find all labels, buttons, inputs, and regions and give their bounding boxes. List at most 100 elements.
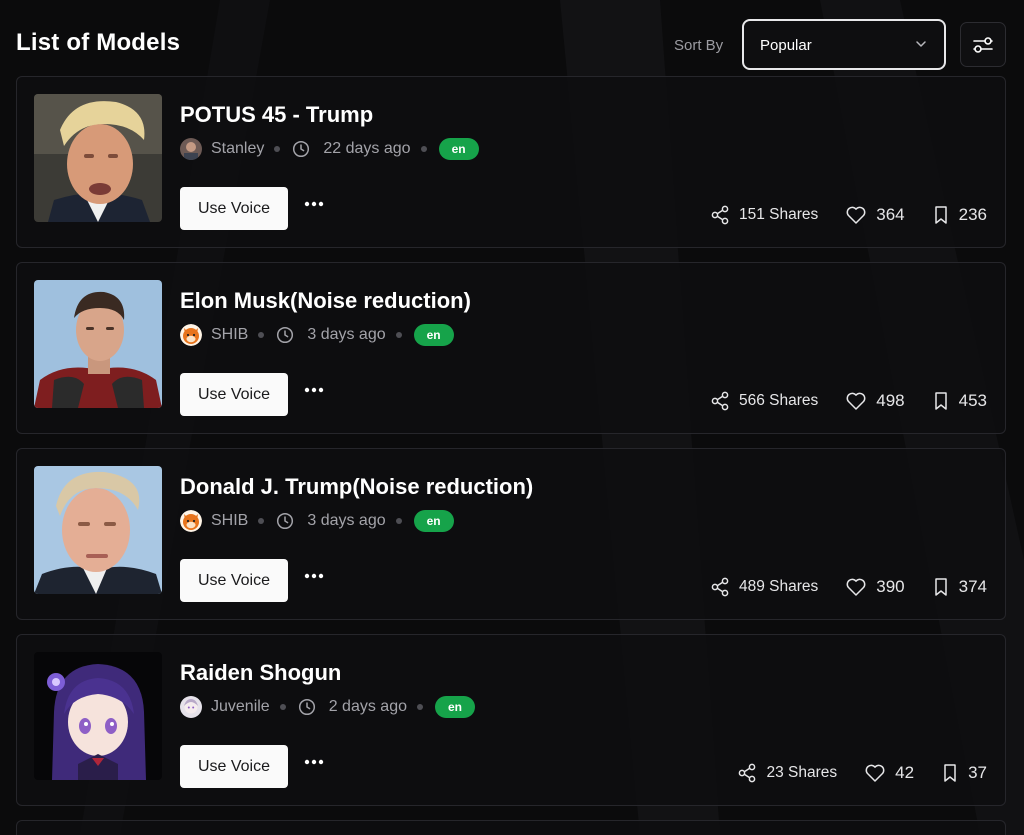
like-stat[interactable]: 498	[845, 391, 905, 411]
clock-icon	[277, 326, 294, 344]
model-name[interactable]: POTUS 45 - Trump	[180, 102, 373, 128]
model-thumbnail[interactable]	[34, 94, 162, 222]
author-name[interactable]: SHIB	[211, 512, 248, 530]
saves-count: 37	[968, 763, 987, 782]
author-avatar[interactable]	[180, 138, 202, 160]
sort-selected-value: Popular	[760, 37, 812, 54]
clock-icon	[298, 698, 315, 716]
share-stat[interactable]: 23 Shares	[737, 763, 837, 783]
model-card[interactable]: POTUS 45 - Trump Stanley 22 days ago en …	[16, 76, 1006, 248]
separator-dot	[279, 704, 286, 710]
saves-count: 236	[958, 205, 987, 224]
shares-count: 23 Shares	[766, 764, 838, 781]
author-avatar[interactable]	[180, 510, 202, 532]
author-name[interactable]: Stanley	[211, 140, 264, 158]
heart-icon	[846, 392, 866, 410]
model-name[interactable]: Donald J. Trump(Noise reduction)	[180, 474, 533, 500]
created-time: 3 days ago	[307, 326, 386, 343]
separator-dot	[258, 332, 265, 338]
model-thumbnail[interactable]	[34, 466, 162, 594]
like-stat[interactable]: 390	[845, 577, 905, 597]
bookmark-stat[interactable]: 236	[932, 205, 987, 225]
bookmark-icon	[934, 578, 947, 596]
model-meta: SHIB 3 days ago en	[180, 509, 454, 533]
shares-count: 151 Shares	[738, 206, 819, 223]
heart-icon	[865, 764, 885, 782]
like-stat[interactable]: 364	[845, 205, 905, 225]
model-stats: 489 Shares 390 374	[710, 577, 987, 597]
created-time: 3 days ago	[307, 512, 386, 529]
page-header: List of Models Sort By Popular	[0, 0, 1024, 76]
saves-count: 453	[958, 391, 987, 410]
share-icon	[711, 391, 729, 411]
bookmark-icon	[934, 206, 947, 224]
model-card-partial[interactable]	[16, 820, 1006, 835]
author-avatar[interactable]	[180, 696, 202, 718]
sort-select[interactable]: Popular	[742, 19, 946, 70]
model-thumbnail[interactable]	[34, 280, 162, 408]
more-dots-icon[interactable]	[303, 200, 325, 208]
likes-count: 390	[876, 577, 905, 596]
shares-count: 489 Shares	[738, 578, 819, 595]
model-name[interactable]: Raiden Shogun	[180, 660, 341, 686]
separator-dot	[395, 332, 402, 338]
author-avatar[interactable]	[180, 324, 202, 346]
use-voice-button[interactable]: Use Voice	[180, 559, 288, 602]
likes-count: 42	[895, 763, 915, 782]
model-thumbnail[interactable]	[34, 652, 162, 780]
language-badge: en	[413, 510, 454, 532]
model-meta: SHIB 3 days ago en	[180, 323, 454, 347]
page-title: List of Models	[16, 29, 181, 56]
more-dots-icon[interactable]	[303, 386, 325, 394]
separator-dot	[395, 518, 402, 524]
model-card[interactable]: Elon Musk(Noise reduction) SHIB 3 days a…	[16, 262, 1006, 434]
model-meta: Juvenile 2 days ago en	[180, 695, 475, 719]
model-card[interactable]: Raiden Shogun Juvenile 2 days ago en Use…	[16, 634, 1006, 806]
share-stat[interactable]: 151 Shares	[710, 205, 818, 225]
sort-by-label: Sort By	[674, 37, 724, 54]
language-badge: en	[434, 696, 475, 718]
more-dots-icon[interactable]	[303, 758, 325, 766]
model-stats: 151 Shares 364 236	[710, 205, 987, 225]
model-stats: 23 Shares 42 37	[737, 763, 987, 783]
author-name[interactable]: Juvenile	[211, 698, 270, 716]
filter-sliders-icon	[973, 36, 993, 53]
likes-count: 364	[876, 205, 905, 224]
share-icon	[711, 577, 729, 597]
chevron-down-icon	[916, 41, 926, 47]
heart-icon	[846, 578, 866, 596]
model-stats: 566 Shares 498 453	[710, 391, 987, 411]
author-name[interactable]: SHIB	[211, 326, 248, 344]
clock-icon	[277, 512, 294, 530]
use-voice-button[interactable]: Use Voice	[180, 745, 288, 788]
separator-dot	[258, 518, 265, 524]
created-time: 22 days ago	[323, 140, 411, 157]
language-badge: en	[413, 324, 454, 346]
share-stat[interactable]: 566 Shares	[710, 391, 818, 411]
bookmark-icon	[944, 764, 956, 782]
more-dots-icon[interactable]	[303, 572, 325, 580]
use-voice-button[interactable]: Use Voice	[180, 373, 288, 416]
share-icon	[711, 205, 729, 225]
share-icon	[739, 763, 756, 783]
filter-button[interactable]	[960, 22, 1006, 67]
bookmark-stat[interactable]: 374	[932, 577, 987, 597]
likes-count: 498	[876, 391, 905, 410]
model-name[interactable]: Elon Musk(Noise reduction)	[180, 288, 471, 314]
share-stat[interactable]: 489 Shares	[710, 577, 818, 597]
bookmark-stat[interactable]: 37	[941, 763, 987, 783]
separator-dot	[420, 146, 427, 152]
model-card[interactable]: Donald J. Trump(Noise reduction) SHIB 3 …	[16, 448, 1006, 620]
clock-icon	[293, 140, 310, 158]
saves-count: 374	[958, 577, 987, 596]
heart-icon	[846, 206, 866, 224]
model-meta: Stanley 22 days ago en	[180, 137, 479, 161]
separator-dot	[416, 704, 423, 710]
bookmark-icon	[934, 392, 947, 410]
like-stat[interactable]: 42	[864, 763, 914, 783]
use-voice-button[interactable]: Use Voice	[180, 187, 288, 230]
separator-dot	[274, 146, 281, 152]
bookmark-stat[interactable]: 453	[932, 391, 987, 411]
shares-count: 566 Shares	[738, 392, 819, 409]
created-time: 2 days ago	[328, 698, 407, 715]
